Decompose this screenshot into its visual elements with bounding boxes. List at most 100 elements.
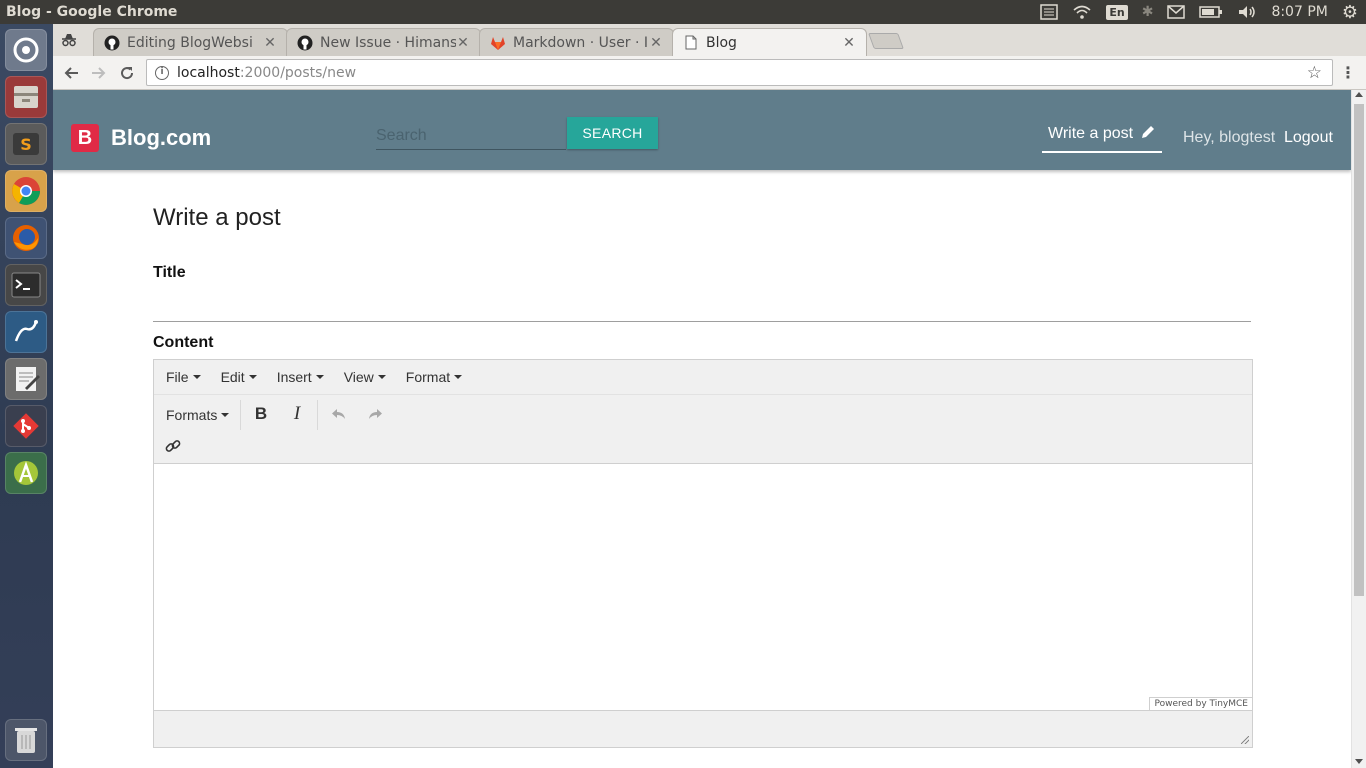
menu-label: Edit [220, 369, 245, 385]
chrome-menu-icon[interactable]: ⋮ [1340, 63, 1356, 82]
menu-edit[interactable]: Edit [213, 369, 265, 385]
tab-editing-blogwebsite[interactable]: Editing BlogWebsi ✕ [93, 28, 288, 56]
redo-icon[interactable] [360, 399, 390, 429]
tab-label: Blog [706, 34, 737, 51]
menu-view[interactable]: View [336, 369, 394, 385]
mysql-workbench-icon[interactable] [5, 311, 47, 353]
pencil-icon [1141, 125, 1155, 143]
editor-content-area[interactable]: Powered by TinyMCE [154, 464, 1252, 710]
tab-strip: Editing BlogWebsi ✕ New Issue · Himans ✕… [53, 24, 1366, 56]
title-label: Title [153, 264, 186, 281]
volume-icon[interactable] [1237, 4, 1257, 20]
menu-label: File [166, 369, 189, 385]
italic-button[interactable]: I [282, 399, 312, 429]
resize-handle[interactable] [1241, 736, 1249, 744]
powered-by-tinymce[interactable]: Powered by TinyMCE [1149, 697, 1252, 710]
write-post-link[interactable]: Write a post [1042, 117, 1162, 153]
close-icon[interactable]: ✕ [649, 36, 663, 50]
page-title: Write a post [153, 204, 281, 231]
search-input[interactable] [376, 122, 566, 150]
undo-icon[interactable] [324, 399, 354, 429]
post-form-container: Write a post Title Content File Edit Ins… [153, 170, 1253, 748]
menu-insert[interactable]: Insert [269, 369, 332, 385]
tab-new-issue[interactable]: New Issue · Himans ✕ [286, 28, 481, 56]
github-icon [297, 35, 313, 51]
caret-down-icon [377, 375, 386, 379]
page-viewport: B Blog.com SEARCH Write a post Hey, blog… [53, 90, 1351, 768]
keyboard-layout-indicator[interactable]: En [1106, 4, 1128, 20]
site-navbar: B Blog.com SEARCH Write a post Hey, blog… [53, 90, 1351, 170]
address-bar[interactable]: i localhost:2000/posts/new ☆ [146, 59, 1333, 86]
brand[interactable]: B Blog.com [71, 124, 211, 152]
caret-down-icon [315, 375, 324, 379]
files-icon[interactable] [5, 76, 47, 118]
close-icon[interactable]: ✕ [456, 36, 470, 50]
gear-icon[interactable]: ⚙ [1342, 2, 1358, 23]
chrome-window: Editing BlogWebsi ✕ New Issue · Himans ✕… [53, 24, 1366, 768]
gitlab-icon [490, 35, 506, 51]
toolbar-divider [317, 400, 318, 430]
browser-toolbar: i localhost:2000/posts/new ☆ ⋮ [53, 56, 1366, 90]
back-icon[interactable] [59, 61, 83, 85]
clock[interactable]: 8:07 PM [1271, 4, 1327, 20]
formats-label: Formats [166, 407, 218, 423]
menu-label: View [343, 369, 374, 385]
page-scrollbar[interactable] [1351, 90, 1366, 768]
bold-button[interactable]: B [246, 399, 276, 429]
search-button[interactable]: SEARCH [567, 117, 658, 149]
caret-down-icon [454, 375, 463, 379]
caret-down-icon [248, 375, 257, 379]
wifi-icon[interactable] [1072, 4, 1092, 20]
page-icon [683, 35, 699, 51]
menu-file[interactable]: File [158, 369, 209, 385]
url-host: localhost [177, 64, 240, 81]
close-icon[interactable]: ✕ [263, 36, 277, 50]
close-icon[interactable]: ✕ [842, 36, 856, 50]
menu-format[interactable]: Format [398, 369, 470, 385]
svg-text:S: S [20, 135, 32, 154]
bookmark-star-icon[interactable]: ☆ [1307, 63, 1322, 83]
tab-blog[interactable]: Blog ✕ [672, 28, 867, 56]
link-icon[interactable] [158, 431, 188, 461]
scroll-down-arrow-icon[interactable] [1355, 759, 1363, 764]
unity-launcher: S [0, 24, 53, 768]
mail-icon[interactable] [1167, 5, 1186, 19]
tab-markdown[interactable]: Markdown · User · I ✕ [479, 28, 674, 56]
tab-label: New Issue · Himans [320, 34, 456, 51]
window-title: Blog - Google Chrome [6, 4, 178, 20]
editor-menubar: File Edit Insert View Format [154, 360, 1252, 395]
tinymce-editor: File Edit Insert View Format Formats B I [153, 359, 1253, 748]
git-icon[interactable] [5, 405, 47, 447]
brand-logo: B [71, 124, 99, 152]
reload-icon[interactable] [115, 61, 139, 85]
incognito-icon [59, 30, 79, 50]
bluetooth-icon[interactable]: ✱ [1142, 4, 1154, 20]
system-top-panel: Blog - Google Chrome En ✱ 8:07 PM ⚙ [0, 0, 1366, 24]
dash-home-icon[interactable] [5, 29, 47, 71]
android-studio-icon[interactable] [5, 452, 47, 494]
scrollbar-thumb[interactable] [1354, 104, 1364, 596]
menu-label: Format [405, 369, 451, 385]
info-icon[interactable]: i [155, 65, 169, 80]
sublime-text-icon[interactable]: S [5, 123, 47, 165]
firefox-icon[interactable] [5, 217, 47, 259]
formats-dropdown[interactable]: Formats [158, 403, 237, 427]
editor-toolbar: Formats B I [154, 395, 1252, 464]
scroll-up-arrow-icon[interactable] [1355, 92, 1363, 97]
chrome-icon[interactable] [5, 170, 47, 212]
forward-icon[interactable] [87, 61, 111, 85]
tab-label: Markdown · User · I [513, 34, 649, 51]
content-label: Content [153, 334, 214, 351]
trash-icon[interactable] [5, 719, 47, 761]
title-input[interactable] [153, 288, 1251, 322]
brand-name: Blog.com [111, 125, 212, 150]
list-icon[interactable] [1040, 4, 1059, 20]
editor-statusbar [154, 710, 1252, 747]
text-editor-icon[interactable] [5, 358, 47, 400]
system-indicators: En ✱ 8:07 PM ⚙ [1040, 0, 1366, 24]
new-tab-button[interactable] [868, 33, 904, 49]
logout-link[interactable]: Logout [1284, 129, 1333, 147]
battery-icon[interactable] [1199, 5, 1223, 19]
menu-label: Insert [276, 369, 312, 385]
terminal-icon[interactable] [5, 264, 47, 306]
